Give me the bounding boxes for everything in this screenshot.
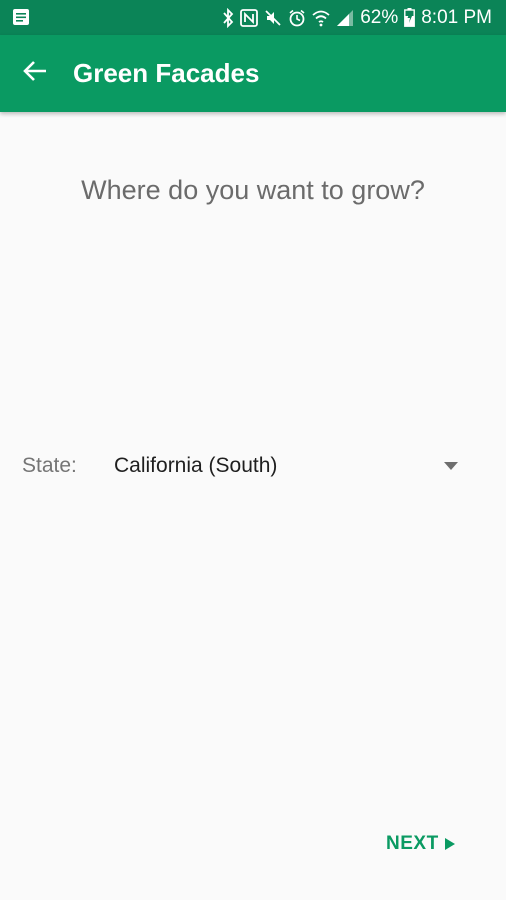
- nfc-icon: [240, 8, 259, 27]
- notes-icon: [12, 8, 30, 26]
- battery-percent: 62%: [360, 7, 399, 28]
- arrow-back-icon: [22, 58, 48, 89]
- signal-icon: [336, 9, 354, 27]
- question-heading: Where do you want to grow?: [81, 175, 425, 205]
- state-label: State:: [22, 454, 77, 477]
- battery-icon: [404, 8, 416, 27]
- status-bar: 62% 8:01 PM: [0, 0, 506, 35]
- app-bar: Green Facades: [0, 35, 506, 112]
- clock: 8:01 PM: [421, 7, 492, 28]
- bluetooth-icon: [222, 7, 234, 28]
- next-button[interactable]: NEXT: [380, 826, 461, 862]
- app-title: Green Facades: [73, 58, 260, 88]
- play-arrow-icon: [444, 838, 455, 850]
- status-icons: 62% 8:01 PM: [222, 0, 492, 35]
- state-selected-value: California (South): [114, 454, 278, 477]
- mute-icon: [264, 9, 282, 27]
- state-dropdown[interactable]: California (South): [106, 442, 466, 494]
- screen: 62% 8:01 PM Green Facades Where do you w…: [0, 0, 506, 900]
- alarm-icon: [288, 9, 306, 27]
- back-button[interactable]: [14, 52, 56, 94]
- dropdown-arrow-icon: [444, 462, 458, 470]
- wifi-icon: [312, 9, 330, 27]
- next-label: NEXT: [386, 833, 439, 854]
